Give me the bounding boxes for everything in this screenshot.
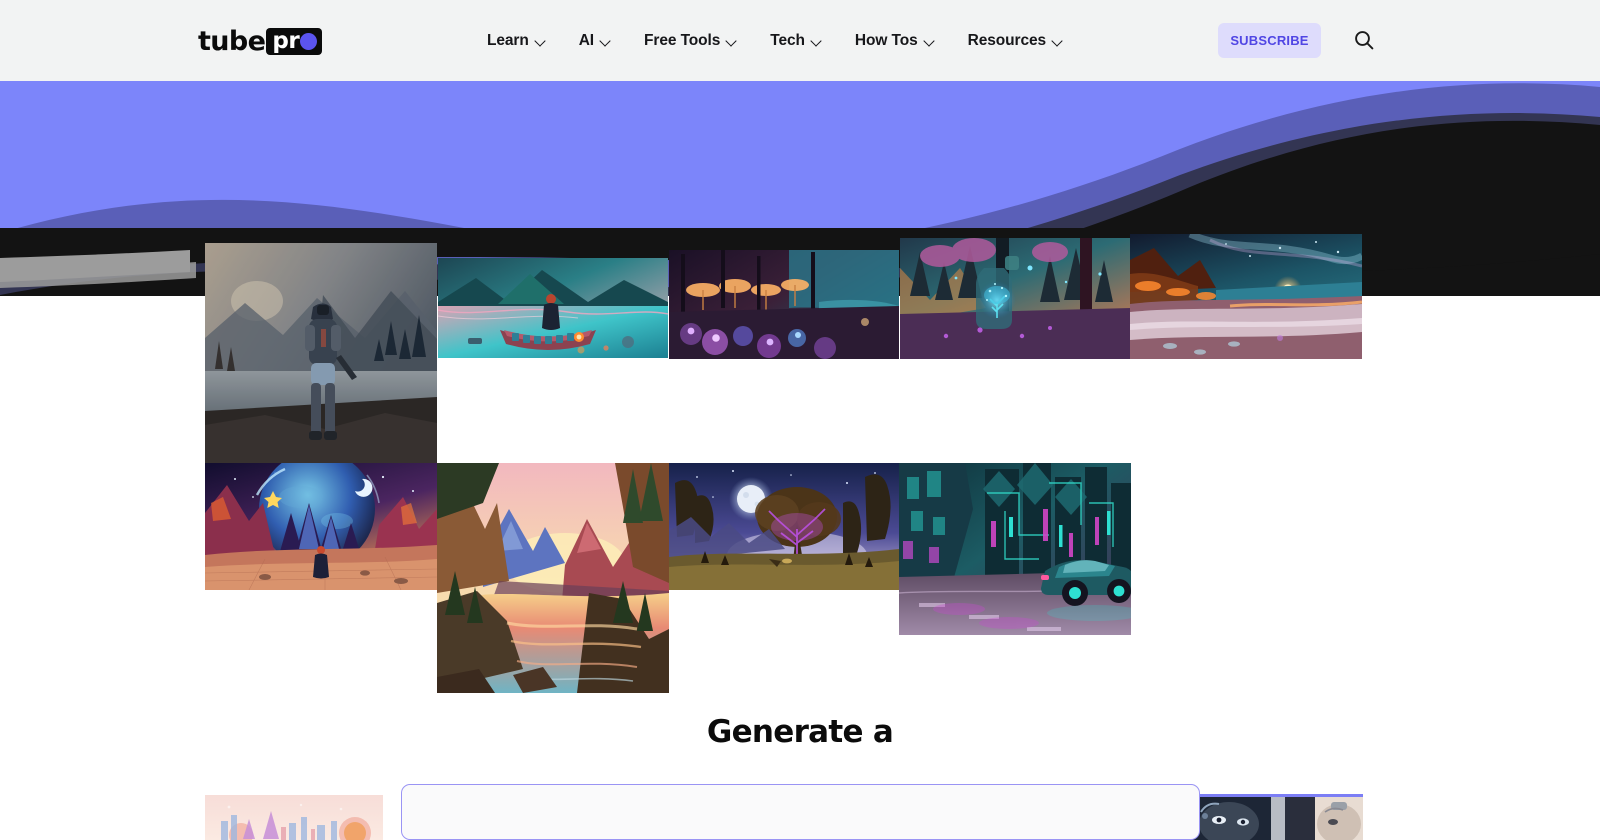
- logo-text-pro: pr: [272, 27, 300, 54]
- generate-preview-left[interactable]: [205, 795, 383, 840]
- gallery-tile-astronaut-explorer-mountain-lake[interactable]: [205, 243, 437, 468]
- chevron-down-icon: [727, 36, 738, 47]
- nav-item-label: Learn: [487, 31, 529, 49]
- nav-item-label: How Tos: [854, 31, 918, 49]
- artwork-purple-tree-moon: [669, 463, 899, 590]
- artwork-pastel-city-skyline: [205, 795, 383, 840]
- gallery-tile-sunset-valley-river-canyon[interactable]: [437, 463, 669, 693]
- gallery-tile-boy-on-boat-teal-lake[interactable]: [438, 258, 668, 358]
- nav-item-ai[interactable]: AI: [579, 32, 612, 50]
- artwork-traveler-giant-planet: [205, 463, 437, 590]
- nav-item-free-tools[interactable]: Free Tools: [644, 32, 738, 50]
- artwork-bottle-glowing-tree: [900, 238, 1131, 359]
- generate-heading: Generate a: [706, 714, 894, 750]
- nav-item-resources[interactable]: Resources: [968, 32, 1064, 50]
- site-header: tube pr Learn AI Free Tools Tech How Tos…: [0, 0, 1600, 81]
- gallery-tile-glowing-beach-umbrellas-night[interactable]: [669, 250, 899, 359]
- nav-item-label: Tech: [770, 31, 805, 49]
- artwork-android-portraits: [1185, 794, 1363, 840]
- search-icon[interactable]: [1352, 28, 1376, 52]
- prompt-input-box[interactable]: [401, 784, 1200, 840]
- chevron-down-icon: [812, 36, 823, 47]
- nav-item-label: Resources: [967, 31, 1047, 49]
- gallery-tile-aurora-beach-moonlit-waves[interactable]: [1130, 234, 1362, 359]
- artwork-aurora-beach: [1130, 234, 1362, 359]
- chevron-down-icon: [925, 36, 936, 47]
- nav-item-tech[interactable]: Tech: [770, 32, 823, 50]
- generate-preview-right[interactable]: [1185, 794, 1363, 840]
- artwork-sunset-valley-river: [437, 463, 669, 693]
- logo-text-tube: tube: [198, 25, 266, 57]
- artwork-boy-on-boat: [438, 258, 668, 358]
- subscribe-button[interactable]: SUBSCRIBE: [1218, 23, 1321, 58]
- chevron-down-icon: [536, 36, 547, 47]
- artwork-glowing-beach-umbrellas: [669, 250, 899, 359]
- nav-item-learn[interactable]: Learn: [487, 32, 547, 50]
- chevron-down-icon: [1053, 36, 1064, 47]
- logo-pro-badge: pr: [266, 27, 323, 55]
- nav-item-how-tos[interactable]: How Tos: [855, 32, 936, 50]
- gallery-tile-bottle-forest-glowing-tree[interactable]: [900, 238, 1131, 359]
- chevron-down-icon: [601, 36, 612, 47]
- gallery-tile-purple-tree-full-moon-meadow[interactable]: [669, 463, 899, 590]
- logo-dot-icon: [300, 32, 318, 50]
- prompt-input[interactable]: [402, 785, 1199, 839]
- main-navigation: Learn AI Free Tools Tech How Tos Resourc…: [487, 0, 1064, 81]
- gallery-tile-traveler-giant-planet-crystal-peaks[interactable]: [205, 463, 437, 590]
- gallery-tile-cyberpunk-neon-city-sportscar[interactable]: [899, 463, 1131, 635]
- artwork-cyberpunk-city-car: [899, 463, 1131, 635]
- nav-item-label: AI: [578, 31, 595, 49]
- nav-item-label: Free Tools: [644, 31, 721, 49]
- logo[interactable]: tube pr: [198, 25, 323, 57]
- artwork-astronaut-explorer: [205, 243, 437, 468]
